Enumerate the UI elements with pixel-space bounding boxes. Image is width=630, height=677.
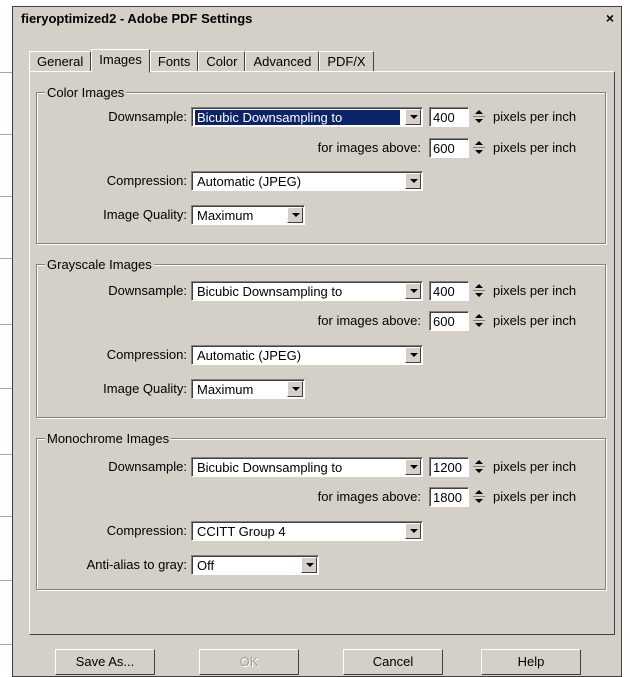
- grayscale-resolution-field[interactable]: 400: [429, 281, 469, 301]
- monochrome-downsample-select[interactable]: Bicubic Downsampling to: [191, 457, 423, 477]
- grayscale-quality-label: Image Quality:: [103, 381, 187, 396]
- monochrome-images-group: Monochrome Images Downsample: Bicubic Do…: [36, 431, 606, 590]
- ok-button[interactable]: OK: [199, 649, 299, 675]
- background-line: [0, 196, 12, 197]
- grayscale-quality-select[interactable]: Maximum: [191, 379, 305, 399]
- color-resolution-stepper[interactable]: 400: [429, 107, 487, 127]
- chevron-down-icon[interactable]: [301, 557, 317, 573]
- color-resolution-unit: pixels per inch: [493, 109, 577, 124]
- spin-down-icon[interactable]: [472, 467, 486, 476]
- monochrome-downsample-value: Bicubic Downsampling to: [197, 460, 343, 475]
- monochrome-antialias-value: Off: [197, 558, 215, 573]
- chevron-down-icon[interactable]: [405, 459, 421, 475]
- tab-color[interactable]: Color: [198, 51, 246, 72]
- monochrome-compression-select[interactable]: CCITT Group 4: [191, 521, 423, 541]
- chevron-down-icon[interactable]: [405, 347, 421, 363]
- grayscale-quality-value: Maximum: [197, 382, 254, 397]
- color-quality-label: Image Quality:: [103, 207, 187, 222]
- color-images-group: Color Images Downsample: Bicubic Downsam…: [36, 85, 606, 244]
- chevron-down-icon[interactable]: [287, 207, 303, 223]
- color-above-unit: pixels per inch: [493, 140, 577, 155]
- monochrome-resolution-field[interactable]: 1200: [429, 457, 469, 477]
- spin-down-icon[interactable]: [472, 148, 486, 157]
- color-above-field[interactable]: 600: [429, 138, 469, 158]
- dialog-button-row: Save As... OK Cancel Help: [13, 647, 621, 677]
- color-downsample-select[interactable]: Bicubic Downsampling to: [191, 107, 423, 127]
- background-line: [0, 134, 12, 135]
- monochrome-resolution-unit: pixels per inch: [493, 459, 577, 474]
- grayscale-downsample-label: Downsample:: [108, 283, 187, 298]
- color-quality-select[interactable]: Maximum: [191, 205, 305, 225]
- grayscale-compression-select[interactable]: Automatic (JPEG): [191, 345, 423, 365]
- monochrome-compression-label: Compression:: [106, 523, 187, 538]
- color-quality-value: Maximum: [197, 208, 254, 223]
- tab-images[interactable]: Images: [91, 49, 150, 73]
- background-line: [0, 72, 12, 73]
- monochrome-above-unit: pixels per inch: [493, 489, 577, 504]
- monochrome-resolution-stepper[interactable]: 1200: [429, 457, 487, 477]
- pdf-settings-dialog: fieryoptimized2 - Adobe PDF Settings × G…: [12, 6, 622, 677]
- background-line: [0, 388, 12, 389]
- grayscale-compression-value: Automatic (JPEG): [197, 348, 302, 363]
- monochrome-above-field[interactable]: 1800: [429, 487, 469, 507]
- grayscale-above-stepper[interactable]: 600: [429, 311, 487, 331]
- background-line: [0, 644, 12, 645]
- close-icon[interactable]: ×: [603, 11, 617, 25]
- chevron-down-icon[interactable]: [405, 109, 421, 125]
- color-downsample-label: Downsample:: [108, 109, 187, 124]
- tab-advanced[interactable]: Advanced: [245, 51, 320, 72]
- monochrome-compression-value: CCITT Group 4: [197, 524, 286, 539]
- images-tab-panel: Color Images Downsample: Bicubic Downsam…: [29, 71, 615, 635]
- tab-bar: General Images Fonts Color Advanced PDF/…: [29, 49, 374, 73]
- grayscale-images-title: Grayscale Images: [45, 257, 154, 272]
- help-button[interactable]: Help: [481, 649, 581, 675]
- color-images-title: Color Images: [45, 85, 127, 100]
- monochrome-antialias-label: Anti-alias to gray:: [86, 557, 187, 572]
- color-above-label: for images above:: [317, 140, 421, 155]
- save-as-button[interactable]: Save As...: [55, 649, 155, 675]
- background-line: [0, 516, 12, 517]
- color-above-stepper[interactable]: 600: [429, 138, 487, 158]
- tab-pdfx[interactable]: PDF/X: [319, 51, 374, 72]
- spin-down-icon[interactable]: [472, 321, 486, 330]
- grayscale-above-field[interactable]: 600: [429, 311, 469, 331]
- color-compression-label: Compression:: [106, 173, 187, 188]
- cancel-button[interactable]: Cancel: [343, 649, 443, 675]
- tab-general[interactable]: General: [29, 51, 92, 72]
- chevron-down-icon[interactable]: [405, 173, 421, 189]
- background-line: [0, 454, 12, 455]
- grayscale-resolution-stepper[interactable]: 400: [429, 281, 487, 301]
- chevron-down-icon[interactable]: [405, 283, 421, 299]
- background-line: [0, 324, 12, 325]
- title-bar[interactable]: fieryoptimized2 - Adobe PDF Settings ×: [13, 7, 621, 31]
- color-downsample-value: Bicubic Downsampling to: [195, 110, 400, 125]
- spin-down-icon[interactable]: [472, 117, 486, 126]
- tab-fonts[interactable]: Fonts: [149, 51, 199, 72]
- color-resolution-field[interactable]: 400: [429, 107, 469, 127]
- color-compression-select[interactable]: Automatic (JPEG): [191, 171, 423, 191]
- background-line: [0, 258, 12, 259]
- monochrome-above-stepper[interactable]: 1800: [429, 487, 487, 507]
- grayscale-resolution-unit: pixels per inch: [493, 283, 577, 298]
- window-title: fieryoptimized2 - Adobe PDF Settings: [21, 11, 253, 26]
- grayscale-compression-label: Compression:: [106, 347, 187, 362]
- grayscale-above-unit: pixels per inch: [493, 313, 577, 328]
- chevron-down-icon[interactable]: [405, 523, 421, 539]
- grayscale-above-label: for images above:: [317, 313, 421, 328]
- grayscale-downsample-select[interactable]: Bicubic Downsampling to: [191, 281, 423, 301]
- grayscale-images-group: Grayscale Images Downsample: Bicubic Dow…: [36, 257, 606, 418]
- monochrome-images-title: Monochrome Images: [45, 431, 172, 446]
- monochrome-downsample-label: Downsample:: [108, 459, 187, 474]
- spin-down-icon[interactable]: [472, 291, 486, 300]
- background-line: [0, 580, 12, 581]
- monochrome-above-label: for images above:: [317, 489, 421, 504]
- monochrome-antialias-select[interactable]: Off: [191, 555, 319, 575]
- color-compression-value: Automatic (JPEG): [197, 174, 302, 189]
- spin-down-icon[interactable]: [472, 497, 486, 506]
- chevron-down-icon[interactable]: [287, 381, 303, 397]
- grayscale-downsample-value: Bicubic Downsampling to: [197, 284, 343, 299]
